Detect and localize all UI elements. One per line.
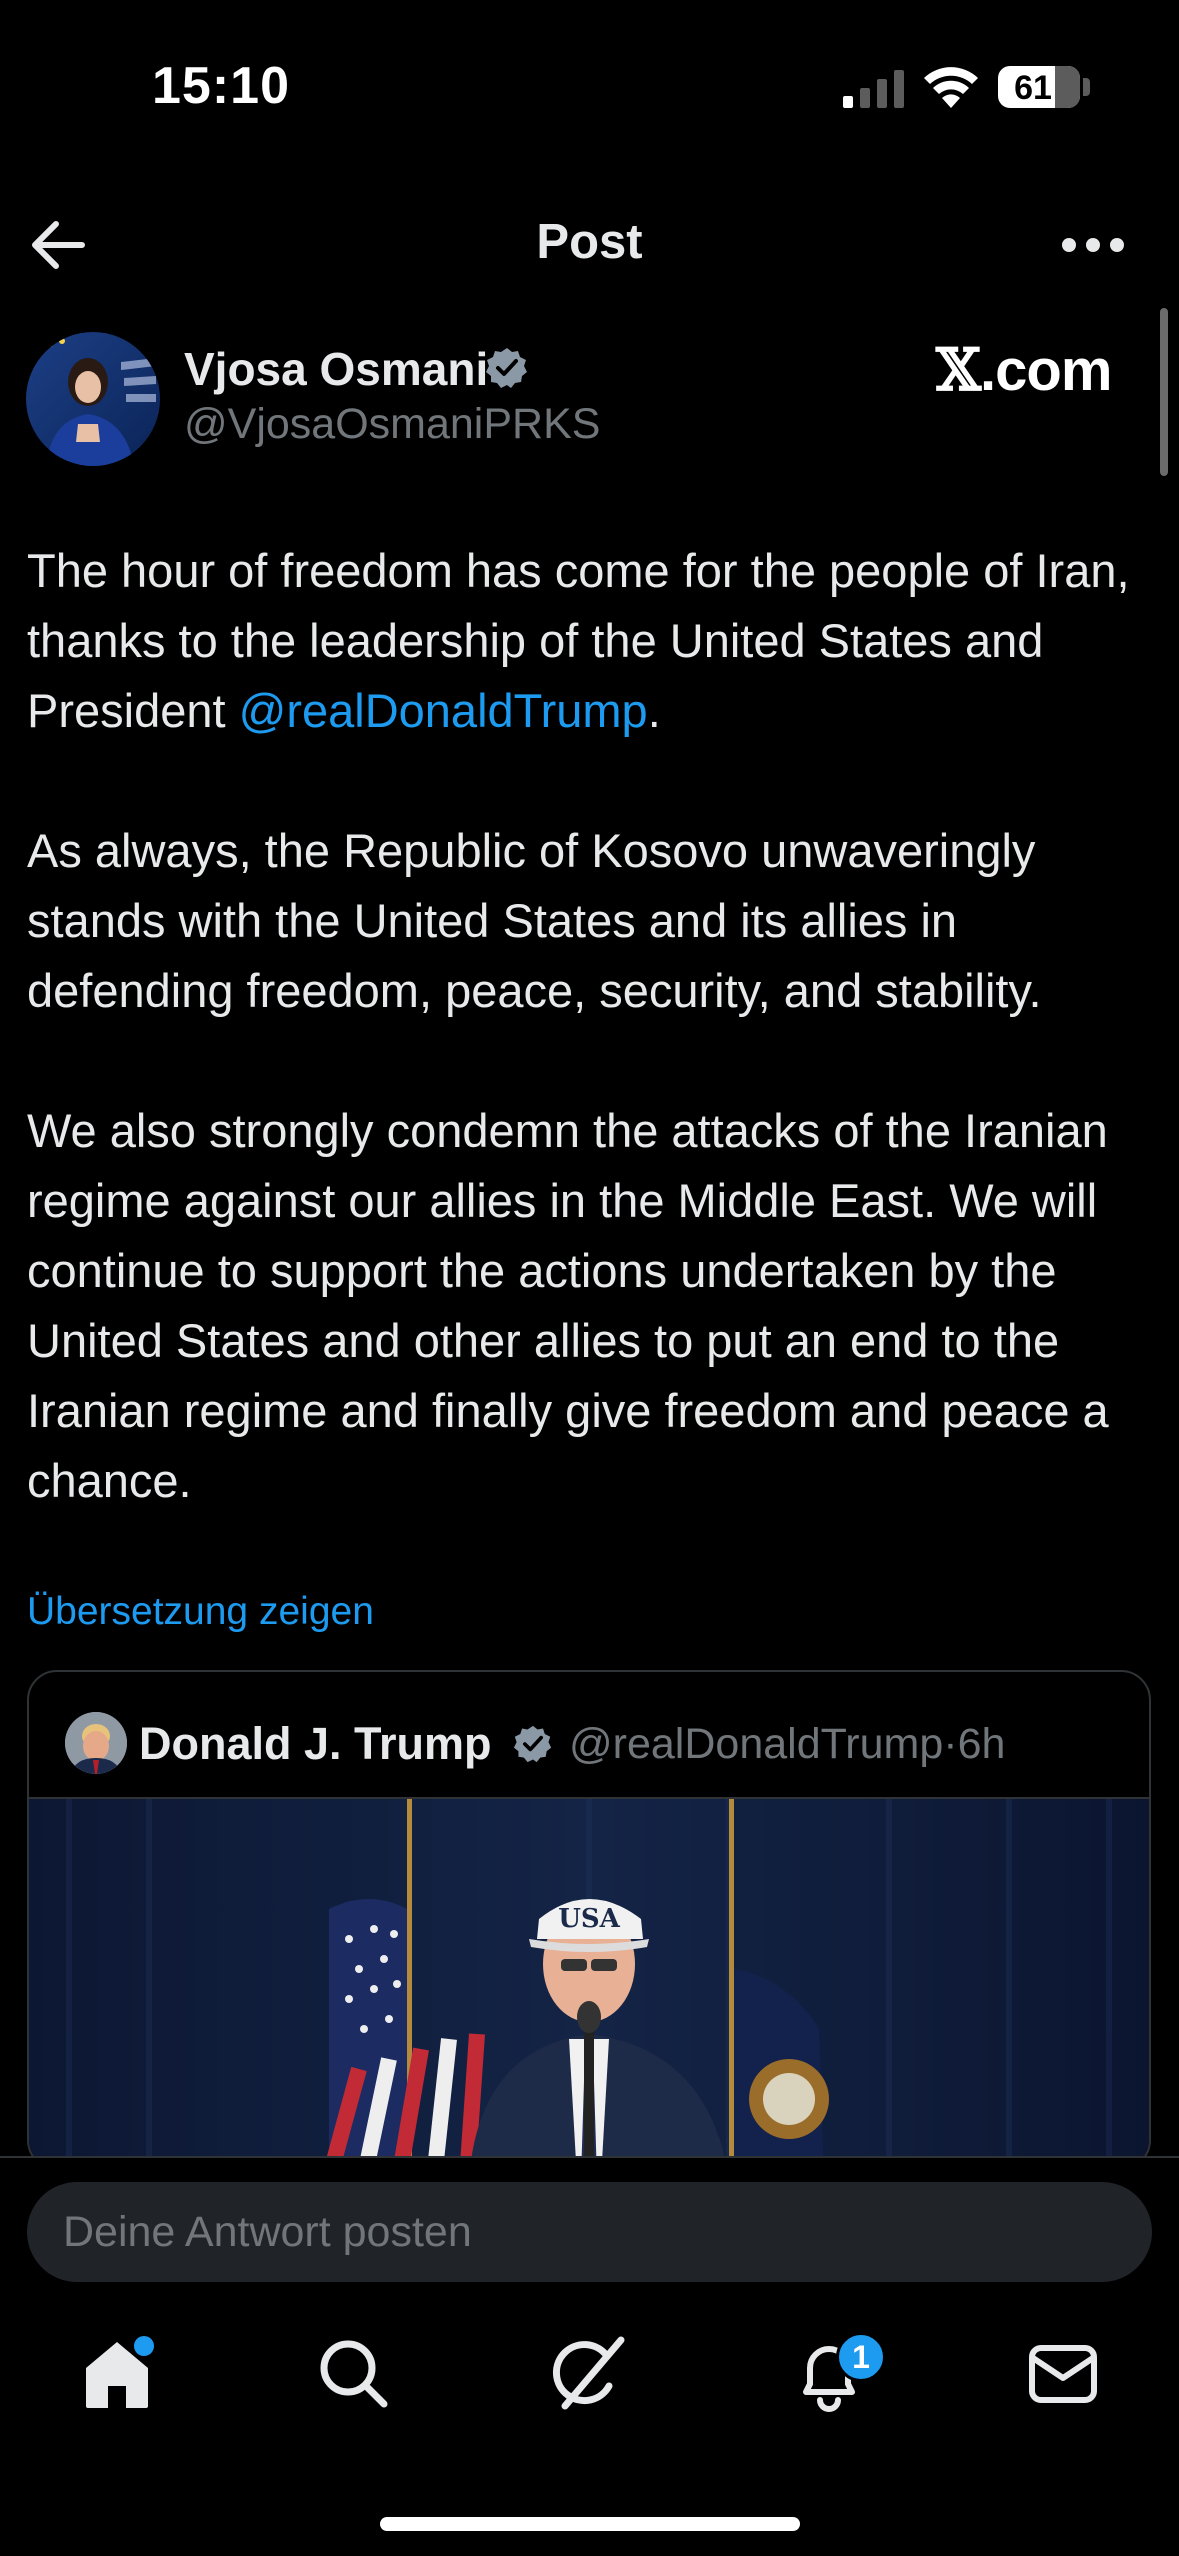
author-handle[interactable]: @VjosaOsmaniPRKS	[184, 400, 600, 449]
messages-icon[interactable]	[1018, 2328, 1108, 2418]
notification-count-badge: 1	[836, 2332, 886, 2382]
reply-input[interactable]: Deine Antwort posten	[27, 2182, 1152, 2282]
post-paragraph-2: As always, the Republic of Kosovo unwave…	[27, 824, 1049, 1017]
battery-nub	[1083, 78, 1090, 96]
battery-indicator: 61	[998, 66, 1080, 108]
show-translation-link[interactable]: Übersetzung zeigen	[27, 1590, 374, 1634]
cellular-signal-icon	[843, 70, 904, 108]
quoted-post[interactable]: Donald J. Trump @realDonaldTrump·6h USA	[27, 1670, 1151, 2170]
wifi-icon	[924, 67, 978, 108]
battery-level: 61	[1014, 69, 1052, 107]
mention-link[interactable]: @realDonaldTrump	[239, 684, 648, 737]
author-name[interactable]: Vjosa Osmani	[184, 342, 488, 396]
cap-text: USA	[558, 1904, 620, 1934]
reply-placeholder: Deine Antwort posten	[63, 2208, 472, 2256]
verified-badge-icon	[486, 348, 527, 388]
xcom-watermark: 𝕏.com	[936, 336, 1112, 404]
quoted-author-handle[interactable]: @realDonaldTrump	[569, 1720, 943, 1768]
quoted-post-meta: @realDonaldTrump·6h	[569, 1720, 1005, 1769]
post-paragraph-3: We also strongly condemn the attacks of …	[27, 1104, 1122, 1507]
quoted-post-header: Donald J. Trump @realDonaldTrump·6h	[65, 1712, 1125, 1774]
post-header: Post	[0, 200, 1179, 290]
search-icon[interactable]	[308, 2328, 398, 2418]
quoted-post-age: 6h	[957, 1720, 1006, 1768]
status-bar: 15:10 61	[0, 0, 1179, 170]
post-body: The hour of freedom has come for the peo…	[27, 536, 1167, 1516]
x-logo-glyph: 𝕏	[936, 336, 981, 404]
page-title: Post	[536, 215, 643, 269]
more-options-icon[interactable]	[1060, 230, 1126, 260]
scrollbar[interactable]	[1160, 308, 1168, 476]
status-time: 15:10	[152, 57, 290, 115]
quoted-post-image[interactable]: USA	[29, 1797, 1149, 2168]
home-new-indicator	[134, 2336, 154, 2356]
watermark-domain: .com	[980, 338, 1112, 403]
author-avatar[interactable]	[26, 332, 160, 466]
grok-icon[interactable]	[545, 2328, 635, 2418]
quoted-author-avatar[interactable]	[65, 1712, 127, 1774]
home-indicator[interactable]	[380, 2517, 800, 2531]
meta-separator: ·	[943, 1720, 958, 1768]
quoted-author-name[interactable]: Donald J. Trump	[139, 1718, 492, 1770]
post-paragraph-1-end: .	[647, 684, 661, 737]
verified-badge-icon	[513, 1725, 552, 1763]
